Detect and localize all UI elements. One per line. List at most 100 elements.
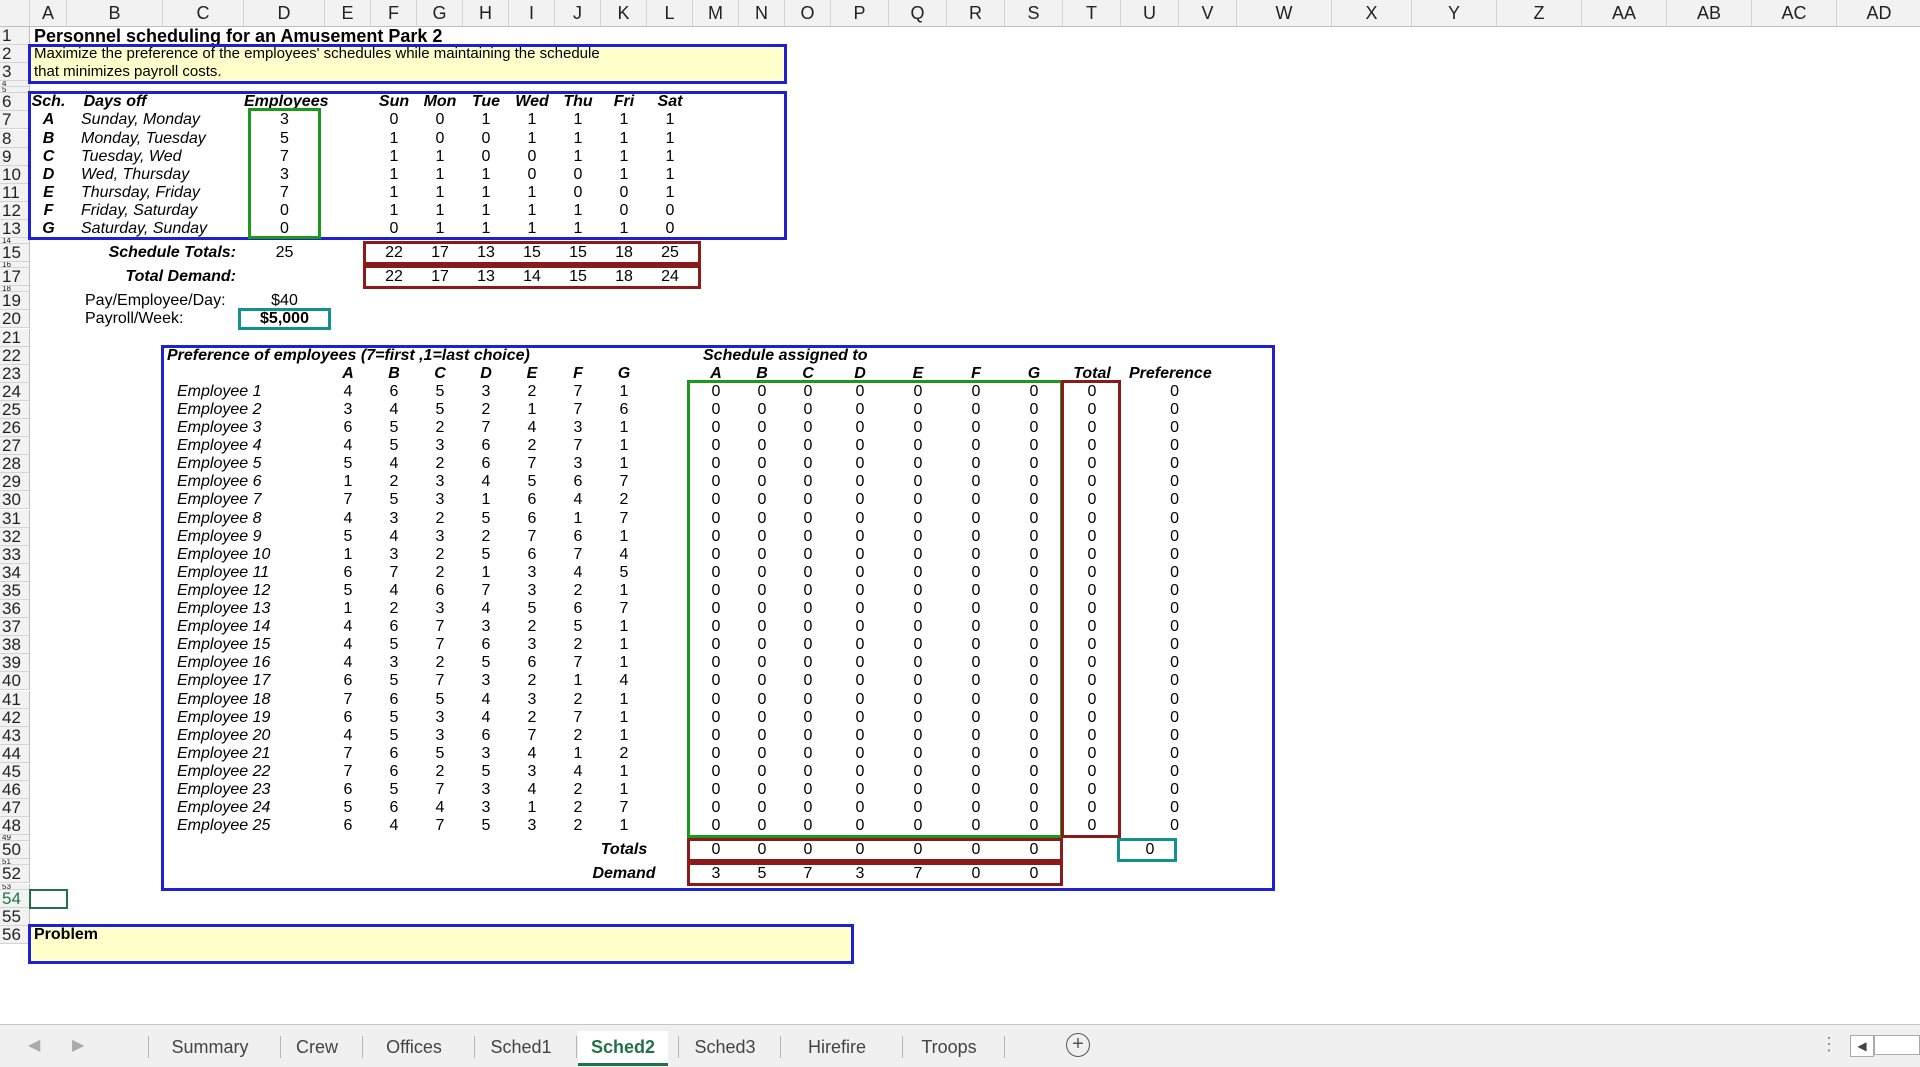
sheet-tab-crew[interactable]: Crew	[282, 1033, 352, 1061]
column-header-D[interactable]: D	[244, 0, 325, 27]
assignment-value[interactable]: 0	[739, 672, 785, 690]
row-header-40[interactable]: 40	[0, 672, 30, 691]
row-header-48[interactable]: 48	[0, 817, 30, 836]
assignment-value[interactable]: 0	[693, 546, 739, 564]
assignment-value[interactable]: 0	[947, 672, 1005, 690]
assignment-value[interactable]: 0	[693, 510, 739, 528]
assignment-value[interactable]: 0	[693, 799, 739, 817]
assignment-value[interactable]: 0	[947, 564, 1005, 582]
assignment-value[interactable]: 0	[785, 419, 831, 437]
row-header-23[interactable]: 23	[0, 364, 30, 383]
selected-cell[interactable]	[29, 888, 68, 909]
assignment-value[interactable]: 0	[785, 582, 831, 600]
column-header-V[interactable]: V	[1179, 0, 1237, 27]
assignment-value[interactable]: 0	[947, 491, 1005, 509]
assignment-value[interactable]: 0	[889, 437, 947, 455]
assignment-value[interactable]: 0	[947, 636, 1005, 654]
assignment-value[interactable]: 0	[693, 437, 739, 455]
assignment-value[interactable]: 0	[693, 383, 739, 401]
assignment-value[interactable]: 0	[693, 600, 739, 618]
schedule-employees-count[interactable]: 5	[244, 130, 325, 148]
assignment-value[interactable]: 0	[889, 419, 947, 437]
assignment-value[interactable]: 0	[831, 582, 889, 600]
assignment-value[interactable]: 0	[785, 691, 831, 709]
assignment-value[interactable]: 0	[947, 709, 1005, 727]
assignment-value[interactable]: 0	[889, 401, 947, 419]
column-header-AC[interactable]: AC	[1752, 0, 1837, 27]
column-header-N[interactable]: N	[739, 0, 785, 27]
assignment-value[interactable]: 0	[693, 745, 739, 763]
assignment-value[interactable]: 0	[785, 510, 831, 528]
assignment-value[interactable]: 0	[785, 618, 831, 636]
row-header-54[interactable]: 54	[0, 889, 30, 908]
row-header-45[interactable]: 45	[0, 762, 30, 781]
assignment-value[interactable]: 0	[831, 691, 889, 709]
schedule-employees-count[interactable]: 0	[244, 202, 325, 220]
assignment-value[interactable]: 0	[947, 600, 1005, 618]
assignment-value[interactable]: 0	[1005, 654, 1063, 672]
assignment-value[interactable]: 0	[947, 817, 1005, 835]
assignment-value[interactable]: 0	[1005, 636, 1063, 654]
assignment-value[interactable]: 0	[1005, 510, 1063, 528]
row-header-25[interactable]: 25	[0, 400, 30, 419]
assignment-value[interactable]: 0	[889, 654, 947, 672]
row-header-55[interactable]: 55	[0, 907, 30, 926]
assignment-value[interactable]: 0	[889, 528, 947, 546]
assignment-value[interactable]: 0	[1005, 672, 1063, 690]
column-header-G[interactable]: G	[417, 0, 463, 27]
assignment-value[interactable]: 0	[1005, 582, 1063, 600]
assignment-value[interactable]: 0	[1005, 564, 1063, 582]
column-header-X[interactable]: X	[1332, 0, 1412, 27]
assignment-value[interactable]: 0	[947, 401, 1005, 419]
row-header-41[interactable]: 41	[0, 690, 30, 709]
column-header-C[interactable]: C	[163, 0, 244, 27]
row-header-15[interactable]: 15	[0, 244, 30, 263]
row-header-7[interactable]: 7	[0, 111, 30, 130]
assignment-value[interactable]: 0	[831, 528, 889, 546]
assignment-value[interactable]: 0	[831, 510, 889, 528]
assignment-value[interactable]: 0	[739, 546, 785, 564]
assignment-value[interactable]: 0	[693, 763, 739, 781]
assignment-value[interactable]: 0	[831, 781, 889, 799]
sheet-tab-hirefire[interactable]: Hirefire	[782, 1033, 892, 1061]
row-header-21[interactable]: 21	[0, 328, 30, 347]
assignment-value[interactable]: 0	[947, 654, 1005, 672]
column-header-Z[interactable]: Z	[1497, 0, 1582, 27]
assignment-value[interactable]: 0	[947, 437, 1005, 455]
assignment-value[interactable]: 0	[1005, 600, 1063, 618]
column-header-E[interactable]: E	[325, 0, 371, 27]
schedule-employees-count[interactable]: 0	[244, 220, 325, 238]
row-header-28[interactable]: 28	[0, 455, 30, 474]
assignment-value[interactable]: 0	[947, 763, 1005, 781]
assignment-value[interactable]: 0	[1005, 727, 1063, 745]
assignment-value[interactable]: 0	[889, 745, 947, 763]
assignment-value[interactable]: 0	[693, 528, 739, 546]
assignment-value[interactable]: 0	[889, 491, 947, 509]
assignment-value[interactable]: 0	[831, 817, 889, 835]
row-header-38[interactable]: 38	[0, 636, 30, 655]
row-header-36[interactable]: 36	[0, 600, 30, 619]
assignment-value[interactable]: 0	[947, 455, 1005, 473]
assignment-value[interactable]: 0	[947, 727, 1005, 745]
assignment-value[interactable]: 0	[739, 401, 785, 419]
column-header-M[interactable]: M	[693, 0, 739, 27]
row-header-2[interactable]: 2	[0, 45, 30, 64]
assignment-value[interactable]: 0	[947, 419, 1005, 437]
row-header-31[interactable]: 31	[0, 509, 30, 528]
assignment-value[interactable]: 0	[739, 618, 785, 636]
column-header-K[interactable]: K	[601, 0, 647, 27]
row-header-22[interactable]: 22	[0, 346, 30, 365]
row-header-34[interactable]: 34	[0, 563, 30, 582]
assignment-value[interactable]: 0	[693, 817, 739, 835]
assignment-value[interactable]: 0	[831, 654, 889, 672]
row-header-29[interactable]: 29	[0, 473, 30, 492]
assignment-value[interactable]: 0	[785, 473, 831, 491]
assignment-value[interactable]: 0	[947, 582, 1005, 600]
assignment-value[interactable]: 0	[739, 636, 785, 654]
assignment-value[interactable]: 0	[889, 510, 947, 528]
column-header-Y[interactable]: Y	[1412, 0, 1497, 27]
column-header-O[interactable]: O	[785, 0, 831, 27]
assignment-value[interactable]: 0	[947, 781, 1005, 799]
assignment-value[interactable]: 0	[1005, 473, 1063, 491]
column-header-B[interactable]: B	[67, 0, 163, 27]
